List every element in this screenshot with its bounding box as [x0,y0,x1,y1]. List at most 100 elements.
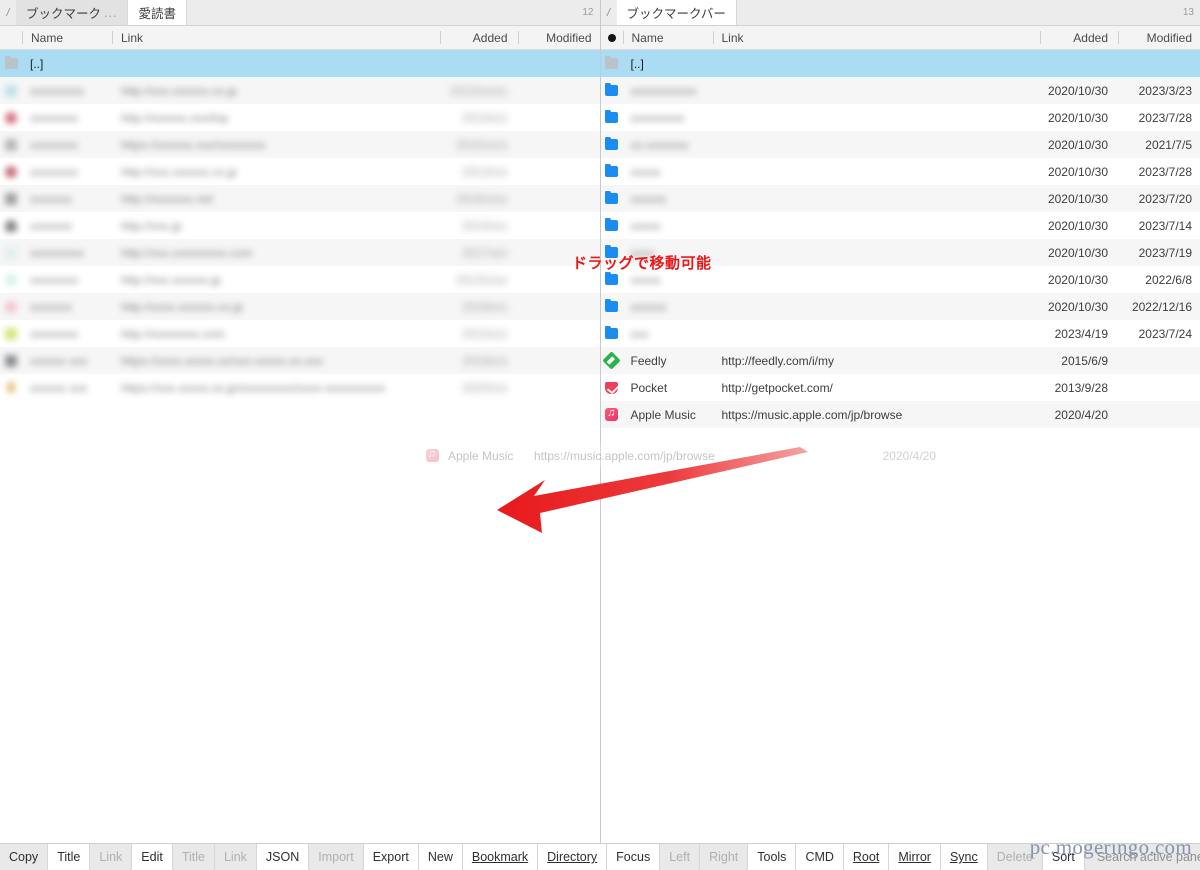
row-name: xxx [630,326,649,341]
row-modified: 2021/7/5 [1145,137,1192,152]
favicon [0,246,22,259]
toolbar-button-root[interactable]: Root [843,844,890,870]
sort-marker-dot-icon[interactable] [601,26,623,49]
favicon [0,111,22,124]
row-added: 2020/10/30 [1047,110,1108,125]
table-row[interactable]: Pocket http://getpocket.com/ 2013/9/28 [601,374,1200,401]
search-input[interactable]: Search active pane [1084,844,1200,870]
row-added: 2016/x/xx [456,191,508,206]
table-row[interactable]: xxxxxxx http://xxxxxxx.net 2016/x/xx [0,185,600,212]
row-name: Pocket [630,380,668,395]
row-added: 2020/10/30 [1047,164,1108,179]
toolbar-button-edit[interactable]: Edit [132,844,173,870]
row-link: http://getpocket.com/ [721,380,833,395]
toolbar-button-bookmark[interactable]: Bookmark [462,844,539,870]
right-column-header-added[interactable]: Added [1040,26,1118,49]
toolbar-button-directory[interactable]: Directory [538,844,608,870]
toolbar-button-copy[interactable]: Copy [0,844,49,870]
toolbar-button-cmd[interactable]: CMD [796,844,844,870]
table-row[interactable]: xxxxxxxx http://xxx.xxxxxx.jp 2013/x/xx [0,266,600,293]
toolbar-button-tools[interactable]: Tools [748,844,797,870]
right-column-header-modified[interactable]: Modified [1118,26,1200,49]
table-row[interactable]: xxxxx 2020/10/30 2023/7/14 [601,212,1200,239]
table-row[interactable]: xxxxxxxx http://xxxxxx.xxx/top 2014/x/x [0,104,600,131]
toolbar-button-right: Right [700,844,749,870]
toolbar-button-sync[interactable]: Sync [940,844,988,870]
toolbar-button-focus[interactable]: Focus [607,844,661,870]
table-row[interactable]: xxxxxx 2020/10/30 2022/12/16 [600,293,1200,320]
table-row[interactable]: xxxxxxx http://xxxx.xxxxxx.co.jp 2018/x/… [0,293,600,320]
row-added: 2020/10/30 [1047,218,1108,233]
left-tab-bookmarks-label: ブックマーク [26,7,102,21]
right-column-header-name[interactable]: Name [622,26,713,49]
toolbar-button-mirror-label: Mirror [898,850,931,864]
table-row[interactable]: xx-xxxxxxx 2020/10/30 2021/7/5 [600,131,1200,158]
folder-up-icon [0,55,22,69]
folder-icon [601,217,623,231]
row-added: 2020/10/30 [1047,272,1108,287]
table-row[interactable]: xxxxxxxxx http://xxx.xxxxxx.co.jp 2013/x… [0,77,600,104]
table-row[interactable]: xxxxx 2020/10/30 2023/7/28 [601,158,1200,185]
table-row[interactable]: xxxxxxxx https://xxxxxx.xxx/xxxxxxxx 201… [0,131,600,158]
table-row[interactable]: xxxxxx xxx https://xxx.xxxxx.xx.jp/xxxxx… [0,374,600,401]
favicon [0,382,22,393]
favicon [0,165,22,178]
left-row-list[interactable]: [..] xxxxxxxxx http://xxx.xxxxxx.co.jp 2… [0,50,600,843]
bookmark-manager-window: / ブックマーク ... 愛読書 12 Name Link Added Modi… [0,0,1200,870]
right-tab-bookmark-bar[interactable]: ブックマークバー [616,0,737,25]
table-row[interactable]: xxxxxxxxx http://xxx.xxxxxxxxx.com 2017/… [0,239,600,266]
folder-icon [601,82,623,96]
table-row[interactable]: Apple Music https://music.apple.com/jp/b… [600,401,1200,428]
left-column-header-added[interactable]: Added [439,26,518,49]
toolbar-button-sort[interactable]: Sort [1042,844,1085,870]
toolbar-button-title-copy[interactable]: Title [48,844,91,870]
toolbar-button-mirror[interactable]: Mirror [889,844,941,870]
toolbar-button-json[interactable]: JSON [256,844,310,870]
toolbar-button-link-edit: Link [214,844,257,870]
row-link: http://xxx.xxxxxxxxx.com [121,245,253,260]
folder-icon [601,271,623,285]
row-added: 2013/x/x [462,164,508,179]
row-added: 2020/10/30 [1047,245,1108,260]
pocket-icon [601,381,623,394]
row-link: http://xxxx.xxxxxx.co.jp [121,299,244,314]
table-row[interactable]: xxxxxxxxxxx 2020/10/30 2023/3/23 [600,77,1200,104]
left-tab-bookmarks[interactable]: ブックマーク ... [16,0,129,25]
toolbar-button-new[interactable]: New [418,844,463,870]
table-row[interactable]: xxxxxx xxx https://xxxx.xxxxx.xx/xxx-xxx… [0,347,600,374]
table-row[interactable]: xxxxxxxx http://xxx.xxxxxx.co.jp 2013/x/… [0,158,600,185]
row-link: https://xxxxxx.xxx/xxxxxxxx [121,137,266,152]
toolbar-button-export[interactable]: Export [363,844,419,870]
right-row-list[interactable]: [..] xxxxxxxxxxx 2020/10/30 2023/3/23 xx… [600,50,1200,843]
table-row[interactable]: [..] [600,50,1200,77]
left-tab-aidokusho[interactable]: 愛読書 [128,0,187,25]
toolbar-button-bookmark-label: Bookmark [471,850,529,864]
row-name: xxxxxxxxx [30,83,84,98]
table-row[interactable]: xxx 2023/4/19 2023/7/24 [601,320,1200,347]
right-pane: / ブックマークバー 13 Name Link Added Modified [… [600,0,1200,843]
row-modified: 2023/7/20 [1138,191,1192,206]
left-tab-bar: / ブックマーク ... 愛読書 12 [0,0,600,26]
table-row[interactable]: xxxxxxxx http://xxxxxxxx.com 2015/x/x [0,320,600,347]
table-row[interactable]: xxxxxxxxx 2020/10/30 2023/7/28 [601,104,1200,131]
table-row[interactable]: [..] [0,50,600,77]
left-column-header-link[interactable]: Link [112,26,440,49]
row-added: 2014/x/x [462,218,508,233]
table-row[interactable]: Feedly http://feedly.com/i/my 2015/6/9 [600,347,1200,374]
folder-icon [601,190,623,204]
toolbar-button-link-copy: Link [90,844,133,870]
row-link: https://music.apple.com/jp/browse [721,407,903,422]
right-column-header-link[interactable]: Link [712,26,1041,49]
row-modified: 2023/7/19 [1138,245,1192,260]
left-column-header-modified[interactable]: Modified [517,26,600,49]
left-pane: / ブックマーク ... 愛読書 12 Name Link Added Modi… [0,0,601,843]
table-row[interactable]: xxxxxxx http://xxx.jp 2014/x/x [0,212,600,239]
left-column-header-name[interactable]: Name [22,26,112,49]
row-link: http://xxxxxx.xxx/top [121,110,229,125]
table-row[interactable]: xxxxxx 2020/10/30 2023/7/20 [600,185,1200,212]
favicon [0,354,22,367]
folder-icon [601,136,623,150]
row-modified: 2023/3/23 [1138,83,1192,98]
row-name: xxxxxx [630,191,667,206]
favicon [0,84,22,97]
